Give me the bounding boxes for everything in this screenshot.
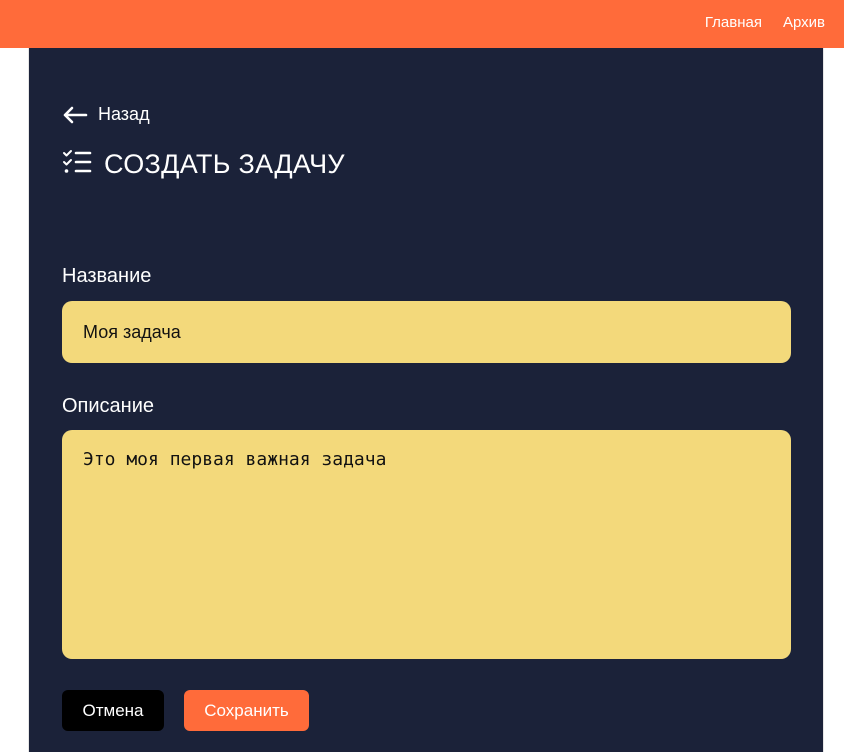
description-label: Описание xyxy=(62,395,155,417)
nav-link-archive[interactable]: Архив xyxy=(783,14,825,31)
back-link[interactable]: Назад xyxy=(62,104,150,125)
top-bar: Главная Архив xyxy=(0,0,844,48)
page-title: СОЗДАТЬ ЗАДАЧУ xyxy=(104,149,345,179)
name-input[interactable] xyxy=(62,301,791,363)
main-panel: Назад СОЗДАТЬ ЗАДАЧУ Название Описание Э… xyxy=(28,48,824,752)
save-button[interactable]: Сохранить xyxy=(184,690,309,731)
checklist-icon xyxy=(62,149,92,180)
cancel-button[interactable]: Отмена xyxy=(62,690,164,731)
description-textarea[interactable]: Это моя первая важная задача xyxy=(62,430,791,659)
nav-link-home[interactable]: Главная xyxy=(705,14,762,31)
name-label: Название xyxy=(62,265,152,287)
page-header: СОЗДАТЬ ЗАДАЧУ xyxy=(62,149,345,180)
arrow-left-icon xyxy=(62,106,88,124)
top-nav: Главная Архив xyxy=(705,14,825,31)
back-label: Назад xyxy=(98,104,150,124)
